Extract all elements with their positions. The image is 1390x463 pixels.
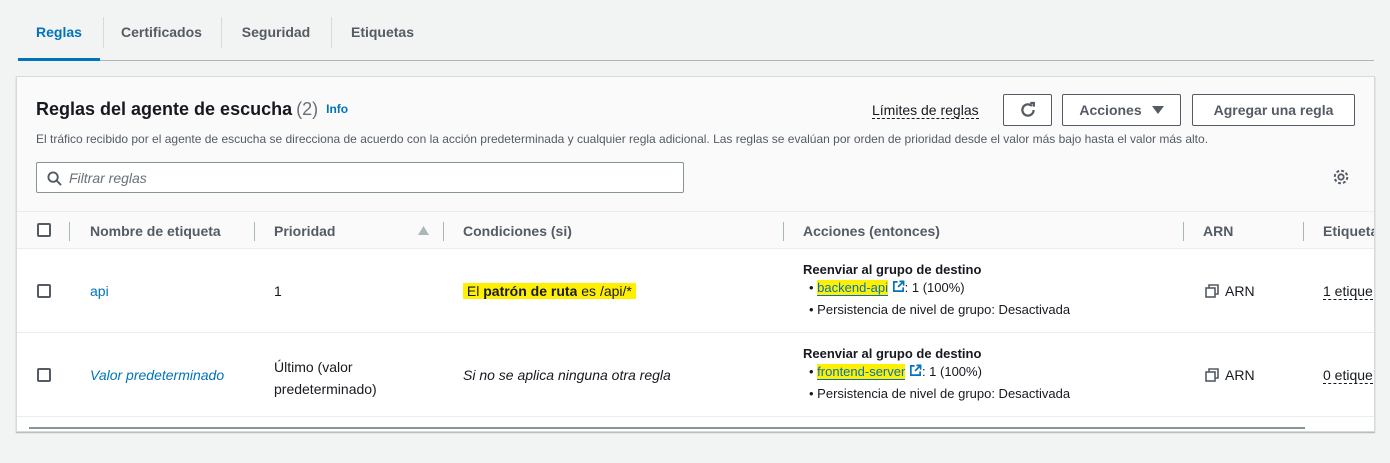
row-checkbox[interactable] <box>37 284 51 298</box>
condition-prefix: El <box>463 283 484 299</box>
copy-icon <box>1205 368 1219 382</box>
target-group-weight: : 1 (100%) <box>904 280 965 295</box>
filter-rules-search <box>36 162 684 193</box>
column-divider <box>254 222 255 241</box>
external-link-icon[interactable] <box>909 364 922 377</box>
rule-tags[interactable]: 0 etique <box>1323 367 1373 384</box>
arn-label: ARN <box>1225 367 1255 383</box>
persistence-item: • Persistencia de nivel de grupo: Desact… <box>809 386 1071 401</box>
active-tab-indicator <box>18 58 100 61</box>
column-divider <box>443 222 444 241</box>
rule-name-link[interactable]: api <box>90 283 109 299</box>
panel-title: Reglas del agente de escucha (2) Info <box>36 99 348 120</box>
column-divider <box>783 222 784 241</box>
select-all-checkbox[interactable] <box>37 223 51 237</box>
rule-tags[interactable]: 1 etique <box>1323 283 1373 300</box>
panel-title-text: Reglas del agente de escucha <box>36 99 293 119</box>
rule-priority: 1 <box>274 283 282 299</box>
row-checkbox[interactable] <box>37 368 51 382</box>
actions-button-label: Acciones <box>1079 102 1142 118</box>
tab-divider <box>103 17 104 48</box>
column-header-priority[interactable]: Prioridad <box>274 223 335 239</box>
tab-divider <box>331 17 332 48</box>
panel-header: Reglas del agente de escucha (2) Info Lími… <box>17 77 1374 211</box>
column-header-tags[interactable]: Etiqueta <box>1323 223 1374 239</box>
arn-label: ARN <box>1225 283 1255 299</box>
rule-priority: Último (valor predeterminado) <box>274 359 377 397</box>
target-group-weight: : 1 (100%) <box>921 364 982 379</box>
rule-action: Reenviar al grupo de destino • frontend-… <box>803 346 1070 405</box>
panel-description: El tráfico recibido por el agente de esc… <box>36 132 1209 146</box>
target-group-link[interactable]: frontend-server <box>817 364 906 380</box>
actions-button[interactable]: Acciones <box>1062 94 1181 126</box>
rule-condition: Si no se aplica ninguna otra regla <box>463 367 671 383</box>
refresh-icon <box>1020 101 1035 117</box>
refresh-button[interactable] <box>1003 94 1052 126</box>
target-group-item: • frontend-server : 1 (100%) <box>809 364 982 380</box>
column-header-conditions[interactable]: Condiciones (si) <box>463 223 572 239</box>
external-link-icon[interactable] <box>892 280 905 293</box>
copy-icon <box>1205 284 1219 298</box>
info-link[interactable]: Info <box>326 102 348 116</box>
rule-condition: El patrón de ruta es /api/* <box>463 283 636 299</box>
caret-down-icon <box>1151 106 1164 114</box>
column-header-name[interactable]: Nombre de etiqueta <box>90 223 221 239</box>
filter-rules-input[interactable] <box>69 167 669 189</box>
action-title: Reenviar al grupo de destino <box>803 262 982 277</box>
rule-action: Reenviar al grupo de destino • backend-a… <box>803 262 1070 321</box>
target-group-item: • backend-api : 1 (100%) <box>809 280 965 296</box>
search-icon <box>47 171 62 186</box>
rule-limits-link[interactable]: Límites de reglas <box>872 102 979 119</box>
rule-name-link[interactable]: Valor predeterminado <box>90 367 224 383</box>
table-row: api 1 El patrón de ruta es /api/* Reenvi… <box>17 249 1374 333</box>
tab-divider <box>221 17 222 48</box>
tab-rules[interactable]: Reglas <box>18 16 100 48</box>
tab-bar: Reglas Certificados Seguridad Etiquetas <box>18 0 1374 61</box>
target-group-link[interactable]: backend-api <box>817 280 888 296</box>
rule-count: (2) <box>296 99 319 119</box>
add-rule-button[interactable]: Agregar una regla <box>1192 94 1355 126</box>
action-title: Reenviar al grupo de destino <box>803 346 982 361</box>
column-header-arn[interactable]: ARN <box>1203 223 1233 239</box>
listener-rules-panel: Reglas del agente de escucha (2) Info Lími… <box>16 76 1375 432</box>
arn-copy[interactable]: ARN <box>1205 283 1255 299</box>
table-row: Valor predeterminado Último (valor prede… <box>17 333 1374 417</box>
condition-keyword: patrón de ruta <box>483 283 578 299</box>
tab-tags[interactable]: Etiquetas <box>336 16 429 48</box>
settings-icon[interactable] <box>1332 168 1350 191</box>
column-divider <box>1183 222 1184 241</box>
sort-ascending-icon[interactable] <box>418 226 429 235</box>
condition-operator: es <box>577 283 600 299</box>
horizontal-scrollbar[interactable] <box>29 427 1305 429</box>
column-divider <box>69 222 70 241</box>
persistence-item: • Persistencia de nivel de grupo: Desact… <box>809 302 1071 317</box>
condition-value: /api/* <box>599 283 636 299</box>
tab-certificates[interactable]: Certificados <box>108 16 215 48</box>
tab-security[interactable]: Seguridad <box>226 16 326 48</box>
column-divider <box>1303 222 1304 241</box>
column-header-actions[interactable]: Acciones (entonces) <box>803 223 940 239</box>
table-header: Nombre de etiqueta Prioridad Condiciones… <box>17 211 1374 249</box>
arn-copy[interactable]: ARN <box>1205 367 1255 383</box>
